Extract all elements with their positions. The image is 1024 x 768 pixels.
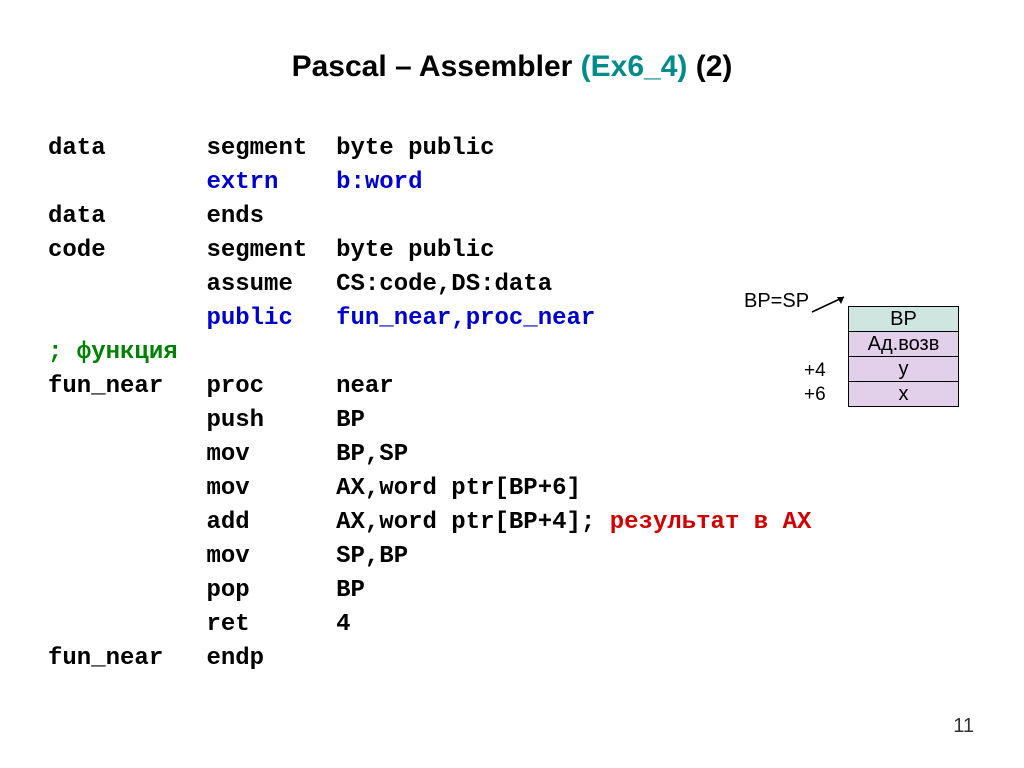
title-part1: Pascal – Assembler bbox=[292, 50, 581, 83]
arrow-icon bbox=[810, 294, 850, 314]
code-line: public fun_near,proc_near bbox=[48, 305, 595, 332]
code-line: fun_near endp bbox=[48, 645, 264, 672]
code-line: extrn b:word bbox=[48, 169, 422, 196]
offset-4: +4 bbox=[804, 360, 826, 382]
bp-sp-label: BP=SP bbox=[744, 290, 809, 313]
title-teal: (Ex6_4) bbox=[581, 50, 688, 83]
code-line: mov AX,word ptr[BP+6] bbox=[48, 475, 581, 502]
code-line: ret 4 bbox=[48, 611, 350, 638]
code-line: ; функция bbox=[48, 339, 178, 366]
offset-6: +6 bbox=[804, 384, 826, 406]
code-line: data segment byte public bbox=[48, 135, 495, 162]
stack-row-x: x bbox=[849, 382, 959, 407]
slide-title: Pascal – Assembler (Ex6_4) (2) bbox=[0, 50, 1024, 84]
page-number: 11 bbox=[953, 715, 974, 738]
code-line: mov SP,BP bbox=[48, 543, 408, 570]
stack-row-y: y bbox=[849, 357, 959, 382]
code-line: push BP bbox=[48, 407, 365, 434]
code-line: mov BP,SP bbox=[48, 441, 408, 468]
code-line: fun_near proc near bbox=[48, 373, 394, 400]
code-line: add AX,word ptr[BP+4]; результат в AX bbox=[48, 509, 811, 536]
code-line: pop BP bbox=[48, 577, 365, 604]
stack-row-bp: BP bbox=[849, 307, 959, 332]
stack-row-ret: Ад.возв bbox=[849, 332, 959, 357]
code-line: code segment byte public bbox=[48, 237, 495, 264]
code-line: data ends bbox=[48, 203, 264, 230]
code-listing: data segment byte public extrn b:word da… bbox=[48, 98, 811, 676]
code-line: assume CS:code,DS:data bbox=[48, 271, 552, 298]
stack-table: BP Ад.возв y x bbox=[848, 306, 959, 407]
title-part3: (2) bbox=[687, 50, 732, 83]
